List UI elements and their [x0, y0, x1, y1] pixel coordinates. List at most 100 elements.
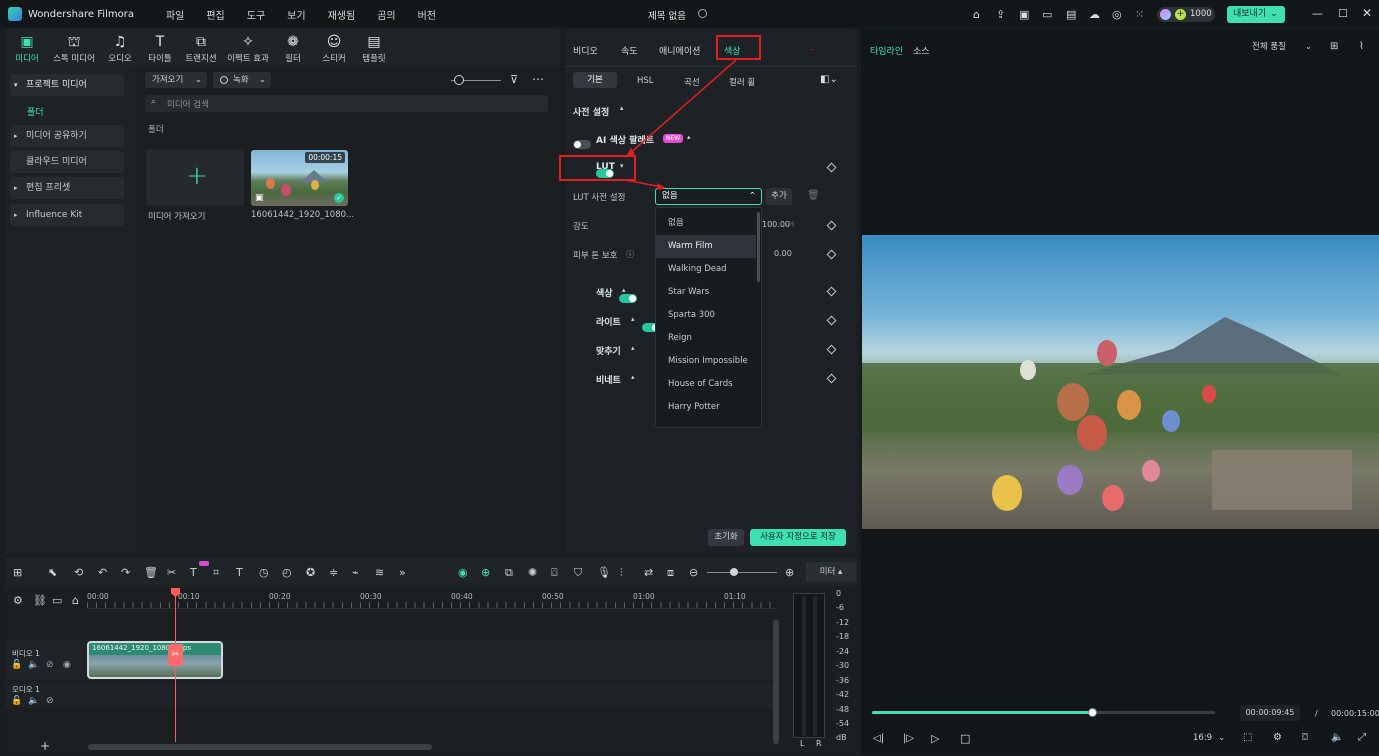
tab-titles[interactable]: T 타이틀	[143, 34, 177, 64]
menu-file[interactable]: 파일	[166, 7, 184, 22]
reset-button[interactable]: 초기화	[708, 529, 744, 546]
ripple-tool-icon[interactable]: ⟲	[74, 566, 83, 579]
marker-icon[interactable]: ⌂	[72, 594, 79, 607]
info-icon[interactable]: ⓘ	[626, 249, 634, 260]
dropdown-scrollbar[interactable]	[757, 212, 760, 282]
ai-mate-icon[interactable]: ◉	[458, 566, 468, 579]
lut-option[interactable]: Walking Dead	[656, 258, 761, 281]
zoom-out-icon[interactable]: ⊖	[689, 566, 698, 579]
previous-frame-icon[interactable]: ◁|	[873, 733, 884, 744]
tab-effects[interactable]: ✧ 이펙트 효과	[222, 34, 274, 64]
playhead-line[interactable]	[175, 595, 176, 742]
play-icon[interactable]: ▷	[931, 732, 939, 745]
save-custom-button[interactable]: 사용자 지정으로 저장	[750, 529, 846, 546]
export-button[interactable]: 내보내기 ⌄	[1227, 6, 1285, 23]
sidebar-item-edit-presets[interactable]: ▸ 편집 프리셋	[10, 177, 124, 199]
waveform-icon[interactable]: ⌇	[1359, 41, 1364, 52]
caret-up-icon[interactable]: ▴	[631, 344, 635, 352]
meter-toggle[interactable]: 미터 ▴	[806, 562, 856, 582]
timeline-h-scrollbar[interactable]	[88, 744, 432, 750]
import-dropdown[interactable]: 가져오기 ⌄	[145, 72, 207, 88]
pip-icon[interactable]: ⧈	[667, 566, 674, 580]
shop-icon[interactable]: ⌂	[973, 8, 980, 21]
text-tool-icon[interactable]: T	[236, 566, 243, 579]
mask-icon[interactable]: ✪	[306, 566, 315, 579]
delete-icon[interactable]: 🗑	[144, 566, 158, 579]
caret-up-icon[interactable]: ▴	[622, 286, 626, 294]
gallery-icon[interactable]: ▣	[1019, 8, 1029, 21]
stop-icon[interactable]: □	[960, 732, 970, 745]
undo-icon[interactable]: ↶	[98, 566, 107, 579]
speed-icon[interactable]: ◷	[259, 566, 269, 579]
add-track-icon[interactable]: +	[40, 739, 50, 753]
replace-icon[interactable]: ⇄	[644, 566, 653, 579]
lock-icon[interactable]: 🔓	[11, 660, 22, 670]
lut-option[interactable]: 없음	[656, 212, 761, 235]
zoom-slider[interactable]	[707, 572, 777, 573]
tab-transitions[interactable]: ⧉ 트랜지션	[181, 34, 221, 64]
quality-dropdown[interactable]: 전체 품질 ⌄	[1247, 40, 1315, 55]
cloud-icon[interactable]: ☁	[1089, 8, 1100, 21]
video-thumbnail[interactable]: 00:00:15 ▣ ✓	[251, 150, 348, 206]
track-display-icon[interactable]: ▭	[52, 594, 62, 607]
more-options-icon[interactable]: ⋯	[532, 72, 544, 86]
menu-view[interactable]: 보기	[287, 7, 305, 22]
sidebar-item-folder[interactable]: 폴더	[27, 105, 44, 118]
audio-adjust-icon[interactable]: ⌁	[352, 566, 359, 579]
playback-progress-handle[interactable]	[1087, 708, 1097, 717]
speaker-icon[interactable]: 🔈	[28, 660, 39, 670]
menu-tools[interactable]: 도구	[247, 7, 265, 22]
ai-text-icon[interactable]: T	[190, 566, 197, 579]
render-icon[interactable]: ⧉	[505, 566, 513, 580]
caret-up-icon[interactable]: ▴	[631, 315, 635, 323]
camera-icon[interactable]: ⌼	[1302, 732, 1308, 743]
strength-value[interactable]: 100.00	[762, 220, 790, 229]
sidebar-item-cloud-media[interactable]: 클라우드 미디어	[10, 151, 124, 173]
camera-capture-icon[interactable]: ⌼	[551, 566, 558, 580]
expand-icon[interactable]: ⤢	[1358, 732, 1366, 743]
menu-help[interactable]: 곰의	[377, 7, 395, 22]
tab-stickers[interactable]: ☺ 스티커	[318, 34, 350, 64]
lut-option[interactable]: Star Wars	[656, 281, 761, 304]
maximize-icon[interactable]: ☐	[1338, 7, 1348, 20]
headset-icon[interactable]: ◎	[1112, 8, 1122, 21]
import-media-tile[interactable]: +	[146, 149, 244, 206]
minimize-icon[interactable]: —	[1312, 7, 1323, 20]
sidebar-item-shared-media[interactable]: ▸ 미디어 공유하기	[10, 125, 124, 147]
crop-icon[interactable]: ⌗	[213, 566, 219, 580]
credits-badge[interactable]: + 1000	[1157, 7, 1215, 22]
media-search-bar[interactable]: ⌕ 미디어 검색	[145, 95, 548, 112]
lut-option[interactable]: Reign	[656, 327, 761, 350]
upload-icon[interactable]: ⇪	[996, 8, 1005, 21]
lut-option[interactable]: House of Cards	[656, 373, 761, 396]
tab-stock-media[interactable]: ⛫ 스톡 미디어	[49, 34, 99, 64]
tab-templates[interactable]: ▤ 템플릿	[358, 34, 390, 64]
slider-handle[interactable]	[454, 75, 464, 85]
speaker-icon[interactable]: 🔈	[28, 696, 39, 706]
sidebar-item-project-media[interactable]: ▾ 프로젝트 미디어	[10, 74, 124, 96]
mute-icon[interactable]: ⊘	[46, 696, 54, 706]
color-section-toggle[interactable]	[619, 294, 638, 303]
caret-up-icon[interactable]: ▴	[631, 373, 635, 381]
shield-icon[interactable]: ⛉	[574, 566, 582, 580]
mute-icon[interactable]: ⊘	[46, 660, 54, 670]
menu-playback[interactable]: 재생됨	[328, 7, 356, 22]
zoom-in-icon[interactable]: ⊕	[785, 566, 794, 579]
select-tool-icon[interactable]: ⬉	[48, 566, 57, 579]
zoom-slider-handle[interactable]	[730, 568, 738, 576]
timer-icon[interactable]: ◴	[282, 566, 292, 579]
lock-icon[interactable]: 🔓	[11, 696, 22, 706]
microphone-icon[interactable]: 🎙	[597, 566, 611, 579]
search-input[interactable]: 미디어 검색	[167, 98, 209, 110]
split-scissors-icon[interactable]: ✂	[167, 566, 176, 579]
lut-option[interactable]: Harry Potter	[656, 396, 761, 419]
skin-protect-value[interactable]: 0.00	[774, 249, 792, 258]
tab-source-preview[interactable]: 소스	[913, 44, 930, 57]
ai-voice-icon[interactable]: ✺	[528, 566, 537, 579]
close-icon[interactable]: ✕	[1362, 6, 1372, 20]
menu-version[interactable]: 버전	[418, 7, 436, 22]
snapshot-grid-icon[interactable]: ⊞	[1330, 41, 1338, 52]
settings-gear-icon[interactable]: ⚙	[1273, 732, 1282, 743]
menu-edit[interactable]: 편집	[206, 7, 224, 22]
tab-media[interactable]: ▣ 미디어	[10, 34, 44, 64]
